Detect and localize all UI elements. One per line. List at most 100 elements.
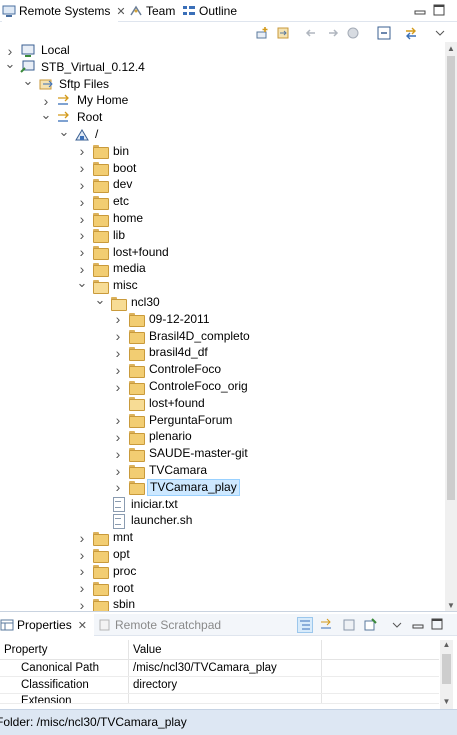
- collapsed-chevron-icon[interactable]: ›: [112, 412, 124, 428]
- tree-node[interactable]: ⌄ STB_Virtual_0.12.4: [0, 56, 445, 76]
- tree-node[interactable]: › Brasil4D_completo: [0, 328, 445, 345]
- collapsed-chevron-icon[interactable]: ›: [112, 379, 124, 395]
- home-icon[interactable]: [345, 25, 361, 41]
- tree-node[interactable]: › root: [0, 580, 445, 597]
- table-row[interactable]: Canonical Path /misc/ncl30/TVCamara_play: [0, 660, 439, 677]
- minimize-button[interactable]: [412, 618, 424, 630]
- tree-node[interactable]: ⌄ /: [0, 124, 445, 143]
- pin-editor-icon[interactable]: [362, 617, 378, 633]
- tree-node[interactable]: › boot: [0, 160, 445, 177]
- expanded-chevron-icon[interactable]: ⌄: [4, 56, 16, 71]
- close-icon[interactable]: ✕: [116, 5, 125, 18]
- collapsed-chevron-icon[interactable]: ›: [76, 227, 88, 243]
- table-row[interactable]: Extension: [0, 694, 439, 704]
- tree-node[interactable]: › mnt: [0, 529, 445, 546]
- scroll-up-arrow-icon[interactable]: ▲: [440, 640, 453, 652]
- tab-properties[interactable]: Properties ✕: [0, 614, 94, 636]
- tree-node[interactable]: › My Home: [0, 92, 445, 109]
- collapse-all-icon[interactable]: [376, 25, 392, 41]
- link-with-editor-icon[interactable]: [403, 25, 419, 41]
- properties-vertical-scrollbar[interactable]: ▲ ▼: [440, 640, 453, 709]
- maximize-button[interactable]: [431, 618, 443, 630]
- column-header-property[interactable]: Property: [0, 640, 129, 659]
- forward-icon[interactable]: [325, 25, 341, 41]
- tree-node[interactable]: › Local: [0, 42, 445, 59]
- restore-default-icon[interactable]: [341, 617, 357, 633]
- expanded-chevron-icon[interactable]: ⌄: [40, 107, 52, 122]
- collapsed-chevron-icon[interactable]: ›: [112, 345, 124, 361]
- tree-node[interactable]: › opt: [0, 546, 445, 563]
- tab-outline[interactable]: Outline: [182, 0, 237, 22]
- column-header-value[interactable]: Value: [129, 640, 322, 659]
- collapsed-chevron-icon[interactable]: ›: [4, 43, 16, 59]
- back-icon[interactable]: [303, 25, 319, 41]
- tree-node[interactable]: launcher.sh: [0, 512, 445, 529]
- tree-node[interactable]: › home: [0, 210, 445, 227]
- tree-node[interactable]: lost+found: [0, 395, 445, 412]
- collapsed-chevron-icon[interactable]: ›: [76, 563, 88, 579]
- tree-node[interactable]: › 09-12-2011: [0, 311, 445, 328]
- remote-systems-tree[interactable]: › Local ⌄ STB_Virtual_0.12.4 ⌄ Sftp Files › My …: [0, 42, 445, 611]
- collapsed-chevron-icon[interactable]: ›: [76, 547, 88, 563]
- maximize-button[interactable]: [433, 4, 445, 16]
- tree-node[interactable]: ⌄ Sftp Files: [0, 73, 445, 93]
- minimize-button[interactable]: [414, 4, 426, 16]
- tree-node[interactable]: › proc: [0, 563, 445, 580]
- collapsed-chevron-icon[interactable]: ›: [76, 530, 88, 546]
- collapsed-chevron-icon[interactable]: ›: [112, 328, 124, 344]
- table-row[interactable]: Classification directory: [0, 677, 439, 694]
- tab-team[interactable]: Team: [129, 0, 175, 22]
- tree-node[interactable]: › ControleFoco: [0, 361, 445, 378]
- tree-node[interactable]: › SAUDE-master-git: [0, 445, 445, 462]
- tree-node[interactable]: › brasil4d_df: [0, 344, 445, 361]
- scroll-thumb[interactable]: [447, 56, 455, 500]
- collapsed-chevron-icon[interactable]: ›: [76, 211, 88, 227]
- collapsed-chevron-icon[interactable]: ›: [76, 597, 88, 611]
- scroll-up-arrow-icon[interactable]: ▲: [445, 42, 457, 54]
- collapsed-chevron-icon[interactable]: ›: [76, 177, 88, 193]
- collapsed-chevron-icon[interactable]: ›: [112, 362, 124, 378]
- show-categories-icon[interactable]: [297, 617, 313, 633]
- collapsed-chevron-icon[interactable]: ›: [112, 311, 124, 327]
- tab-remote-scratchpad[interactable]: Remote Scratchpad: [98, 614, 221, 636]
- scroll-down-arrow-icon[interactable]: ▼: [445, 599, 457, 611]
- show-advanced-icon[interactable]: [318, 617, 334, 633]
- tree-node[interactable]: › PerguntaForum: [0, 412, 445, 429]
- tree-node[interactable]: › lost+found: [0, 244, 445, 261]
- collapsed-chevron-icon[interactable]: ›: [112, 463, 124, 479]
- collapsed-chevron-icon[interactable]: ›: [76, 580, 88, 596]
- tree-node[interactable]: › ControleFoco_orig: [0, 378, 445, 395]
- tree-node[interactable]: › lib: [0, 227, 445, 244]
- collapsed-chevron-icon[interactable]: ›: [112, 429, 124, 445]
- collapsed-chevron-icon[interactable]: ›: [76, 160, 88, 176]
- new-connection-icon[interactable]: [254, 25, 270, 41]
- scroll-down-arrow-icon[interactable]: ▼: [440, 697, 453, 709]
- tree-node[interactable]: ⌄ ncl30: [0, 292, 445, 311]
- close-icon[interactable]: ✕: [78, 619, 87, 632]
- collapsed-chevron-icon[interactable]: ›: [112, 479, 124, 495]
- collapsed-chevron-icon[interactable]: ›: [76, 261, 88, 277]
- tree-node[interactable]: › media: [0, 260, 445, 277]
- collapsed-chevron-icon[interactable]: ›: [112, 446, 124, 462]
- expanded-chevron-icon[interactable]: ⌄: [76, 275, 88, 290]
- tab-remote-systems[interactable]: Remote Systems ✕: [2, 0, 126, 22]
- tree-node[interactable]: › sbin: [0, 596, 445, 611]
- view-menu-chevron-icon[interactable]: [389, 617, 405, 633]
- expanded-chevron-icon[interactable]: ⌄: [22, 73, 34, 88]
- tree-node[interactable]: › plenario: [0, 428, 445, 445]
- tree-node[interactable]: › TVCamara_play: [0, 478, 445, 496]
- tree-node[interactable]: › bin: [0, 143, 445, 160]
- scroll-thumb[interactable]: [442, 654, 451, 684]
- expanded-chevron-icon[interactable]: ⌄: [94, 292, 106, 307]
- collapsed-chevron-icon[interactable]: ›: [76, 143, 88, 159]
- tree-node[interactable]: ⌄ misc: [0, 275, 445, 294]
- view-menu-chevron-icon[interactable]: [432, 25, 448, 41]
- tree-node[interactable]: › etc: [0, 193, 445, 210]
- expanded-chevron-icon[interactable]: ⌄: [58, 124, 70, 139]
- tree-node[interactable]: iniciar.txt: [0, 496, 445, 513]
- tree-vertical-scrollbar[interactable]: ▲ ▼: [445, 42, 457, 611]
- collapsed-chevron-icon[interactable]: ›: [76, 194, 88, 210]
- collapsed-chevron-icon[interactable]: ›: [76, 244, 88, 260]
- refresh-icon[interactable]: [275, 25, 291, 41]
- tree-node[interactable]: › TVCamara: [0, 462, 445, 479]
